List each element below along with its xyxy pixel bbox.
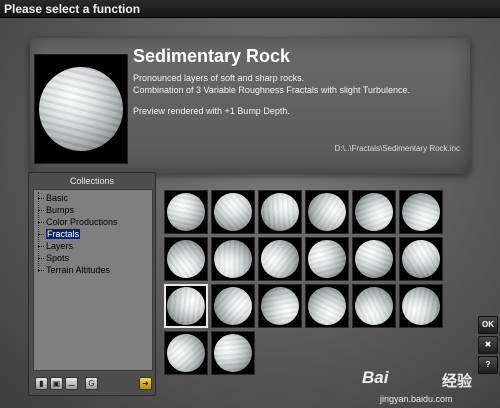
tree-item-bumps[interactable]: Bumps bbox=[34, 204, 152, 216]
texture-sphere bbox=[351, 236, 397, 282]
texture-sphere bbox=[159, 232, 213, 286]
tree-item-label: Fractals bbox=[46, 229, 81, 239]
collections-header: Collections bbox=[69, 176, 115, 186]
tree-item-spots[interactable]: Spots bbox=[34, 252, 152, 264]
texture-thumbnail[interactable] bbox=[164, 190, 208, 234]
close-button[interactable]: ✖ bbox=[478, 336, 498, 354]
texture-sphere bbox=[347, 185, 401, 239]
preview-title: Sedimentary Rock bbox=[133, 46, 291, 66]
ok-button[interactable]: OK bbox=[478, 316, 498, 334]
baidu-logo: Bai bbox=[362, 368, 389, 387]
texture-thumbnail[interactable] bbox=[210, 236, 256, 282]
texture-sphere bbox=[165, 285, 207, 327]
tree-item-layers[interactable]: Layers bbox=[34, 240, 152, 252]
tree-item-basic[interactable]: Basic bbox=[34, 192, 152, 204]
texture-sphere bbox=[159, 326, 213, 380]
texture-sphere bbox=[210, 236, 256, 282]
dialog-body: Sedimentary Rock Pronounced layers of so… bbox=[0, 18, 500, 408]
texture-sphere bbox=[254, 233, 306, 285]
preview-sphere bbox=[39, 67, 123, 151]
texture-thumbnail[interactable] bbox=[255, 281, 305, 331]
texture-thumbnail[interactable] bbox=[256, 188, 304, 236]
preview-note: Preview rendered with +1 Bump Depth. bbox=[133, 106, 290, 116]
window-title: Please select a function bbox=[0, 0, 500, 18]
watermark-url: jingyan.baidu.com bbox=[380, 394, 453, 404]
texture-sphere bbox=[303, 282, 351, 330]
texture-sphere bbox=[394, 232, 448, 286]
preview-image bbox=[34, 54, 128, 164]
collections-toolbar: ▮ ▣ ⚊ G ➜ bbox=[33, 377, 153, 393]
texture-thumbnail[interactable] bbox=[399, 190, 443, 234]
texture-sphere bbox=[301, 233, 353, 285]
tree-item-fractals[interactable]: Fractals bbox=[34, 228, 152, 240]
texture-thumbnail[interactable] bbox=[303, 282, 351, 330]
collections-tree[interactable]: Basic Bumps Color Productions Fractals L… bbox=[33, 189, 153, 371]
texture-thumbnail[interactable] bbox=[159, 232, 213, 286]
preview-file-path: D:\..\Fractals\Sedimentary Rock.inc bbox=[334, 144, 460, 153]
texture-sphere bbox=[167, 193, 205, 231]
preview-description: Pronounced layers of soft and sharp rock… bbox=[133, 72, 453, 96]
texture-sphere bbox=[206, 185, 260, 239]
tree-item-label: Spots bbox=[46, 253, 70, 263]
tree-item-label: Terrain Altitudes bbox=[46, 265, 111, 275]
texture-thumbnail[interactable] bbox=[159, 326, 213, 380]
texture-thumbnail[interactable] bbox=[399, 284, 443, 328]
texture-thumbnail[interactable] bbox=[301, 233, 353, 285]
new-icon[interactable]: ▮ bbox=[35, 377, 48, 390]
watermark-text: 经验 bbox=[442, 373, 473, 390]
texture-thumbnail[interactable] bbox=[302, 187, 352, 237]
texture-thumbnail[interactable] bbox=[164, 284, 208, 328]
texture-sphere bbox=[256, 188, 304, 236]
texture-thumbnail[interactable] bbox=[394, 232, 448, 286]
tree-item-color-productions[interactable]: Color Productions bbox=[34, 216, 152, 228]
thumbnail-grid bbox=[159, 185, 448, 394]
info-icon[interactable]: G bbox=[85, 377, 98, 390]
tree-item-label: Color Productions bbox=[46, 217, 118, 227]
tree-item-label: Bumps bbox=[46, 205, 75, 215]
tree-item-terrain-altitudes[interactable]: Terrain Altitudes bbox=[34, 264, 152, 276]
baidu-watermark: Bai 经验 jingyan.baidu.com bbox=[362, 368, 492, 408]
texture-thumbnail[interactable] bbox=[209, 329, 257, 377]
texture-sphere bbox=[401, 286, 441, 326]
texture-sphere bbox=[255, 281, 305, 331]
save-icon[interactable]: ▣ bbox=[50, 377, 63, 390]
texture-sphere bbox=[206, 279, 260, 333]
delete-icon[interactable]: ⚊ bbox=[65, 377, 78, 390]
arrow-right-icon[interactable]: ➜ bbox=[139, 377, 152, 390]
tree-item-label: Layers bbox=[46, 241, 74, 251]
texture-thumbnail[interactable] bbox=[206, 279, 260, 333]
texture-thumbnail[interactable] bbox=[347, 185, 401, 239]
texture-thumbnail[interactable] bbox=[347, 279, 401, 333]
texture-sphere bbox=[209, 329, 257, 377]
tree-item-label: Basic bbox=[46, 193, 69, 203]
texture-thumbnail[interactable] bbox=[206, 185, 260, 239]
texture-sphere bbox=[400, 191, 442, 233]
texture-thumbnail[interactable] bbox=[254, 233, 306, 285]
texture-sphere bbox=[302, 187, 352, 237]
preview-description-line2: Combination of 3 Variable Roughness Frac… bbox=[133, 85, 410, 95]
preview-description-line1: Pronounced layers of soft and sharp rock… bbox=[133, 73, 305, 83]
collections-panel: Collections Basic Bumps Color Production… bbox=[28, 172, 156, 396]
texture-sphere bbox=[347, 279, 401, 333]
texture-thumbnail[interactable] bbox=[351, 236, 397, 282]
preview-panel: Sedimentary Rock Pronounced layers of so… bbox=[30, 38, 470, 174]
